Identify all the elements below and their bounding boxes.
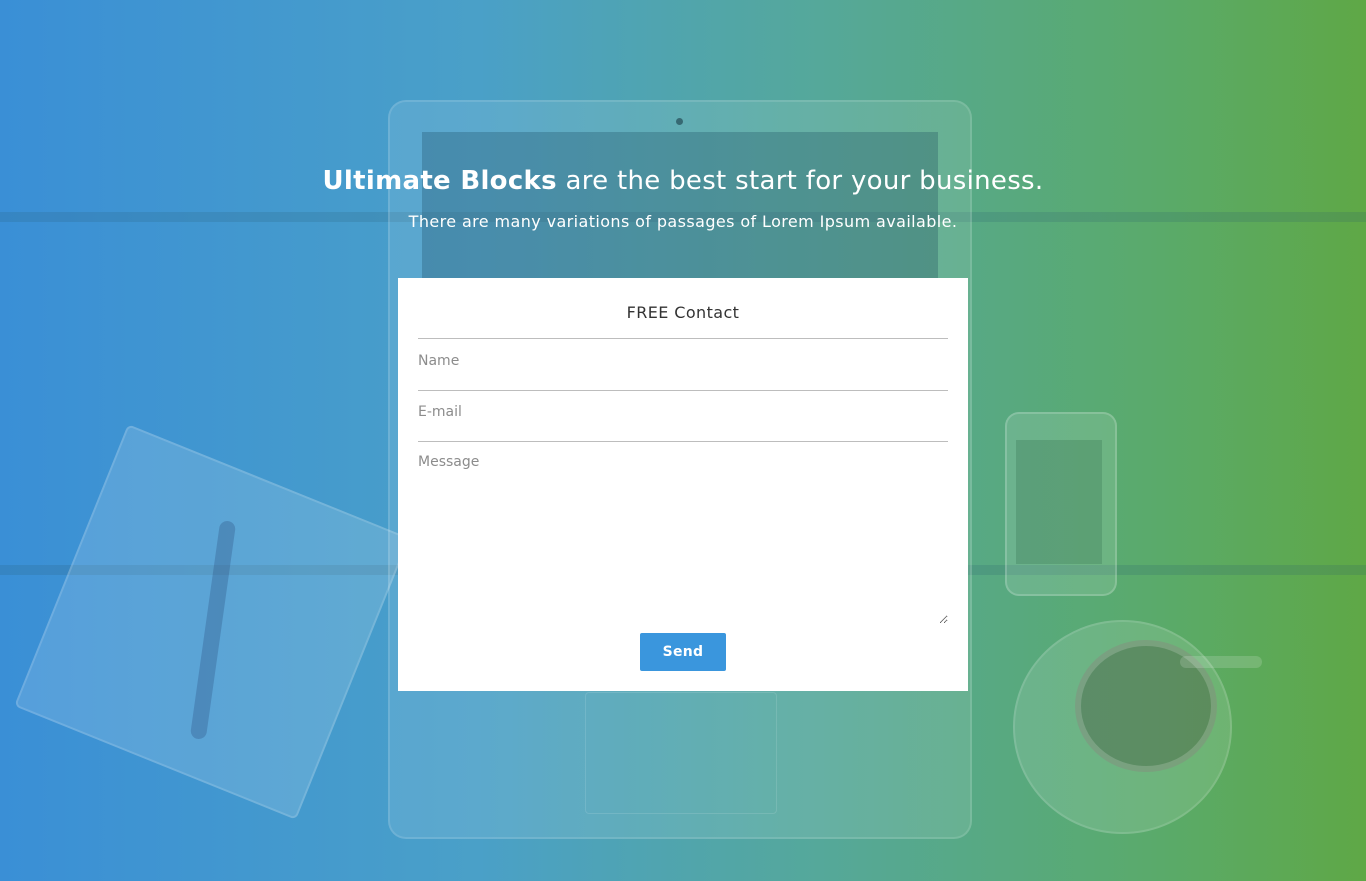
send-button[interactable]: Send [640,633,726,671]
phone-image [1005,412,1117,596]
message-textarea[interactable] [418,442,948,624]
name-input[interactable] [418,339,948,391]
laptop-trackpad [585,692,777,814]
spoon-image [1180,656,1262,668]
phone-screen [1016,440,1102,564]
hero-subheadline: There are many variations of passages of… [408,212,958,231]
laptop-camera [676,118,683,125]
hero-headline-brand: Ultimate Blocks [322,166,557,196]
contact-form: FREE Contact Send [398,278,968,691]
send-button-wrapper: Send [418,633,948,671]
hero-section: Ultimate Blocks are the best start for y… [0,0,1366,881]
hero-headline: Ultimate Blocks are the best start for y… [0,166,1366,196]
hero-headline-text: are the best start for your business. [556,166,1044,196]
contact-form-title: FREE Contact [418,278,948,339]
email-input[interactable] [418,391,948,442]
